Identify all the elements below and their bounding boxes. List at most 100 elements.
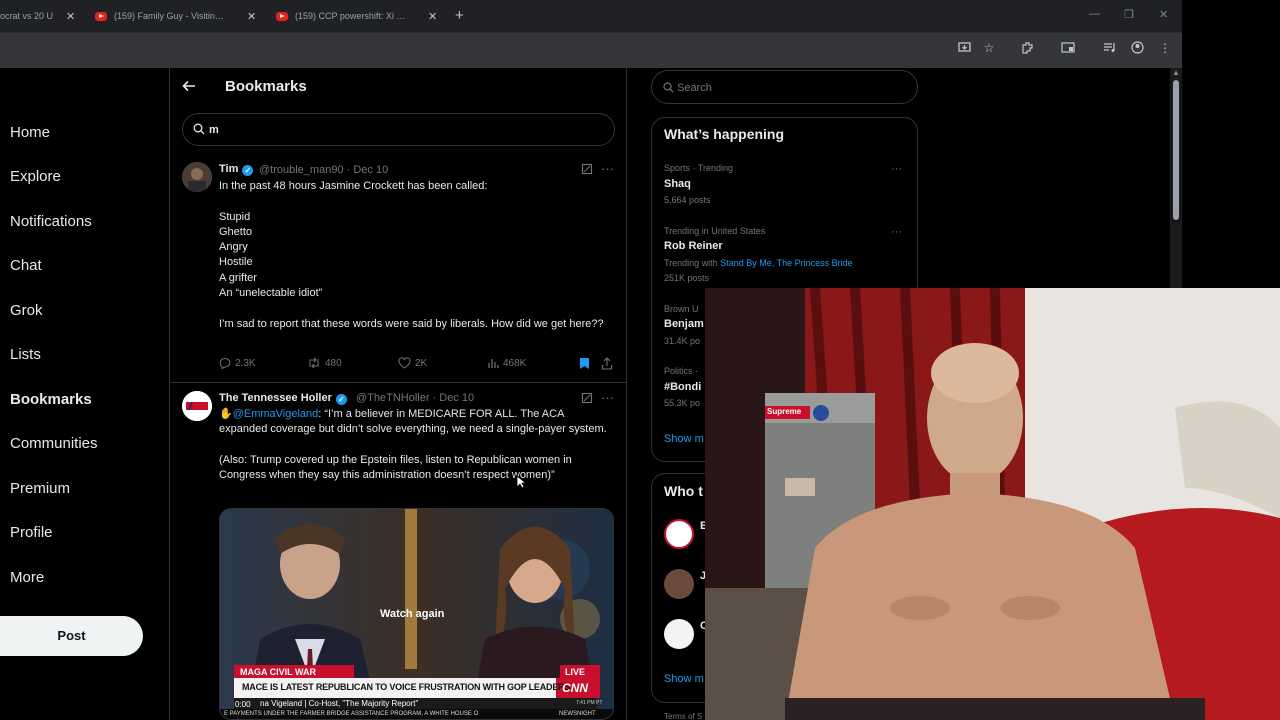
trend-meta: Brown U xyxy=(664,304,699,314)
banner-tag: MAGA CIVIL WAR xyxy=(240,667,316,677)
trend-posts: 31.4K po xyxy=(664,336,701,346)
scroll-up-arrow-icon[interactable]: ▲ xyxy=(1172,68,1180,77)
video-time: 0:00 xyxy=(235,700,251,709)
sidebar-item-notifications[interactable]: Notifications xyxy=(10,213,92,230)
trend-with: Trending with Stand By Me, The Princess … xyxy=(664,258,853,268)
trend-meta: Sports · Trending xyxy=(664,163,734,173)
grok-icon[interactable] xyxy=(581,392,593,407)
sidebar-item-profile[interactable]: Profile xyxy=(10,524,53,541)
trend-with-prefix: Trending with xyxy=(664,258,721,268)
sidebar-item-communities[interactable]: Communities xyxy=(10,435,98,452)
share-icon[interactable] xyxy=(601,357,613,373)
sidebar-item-premium[interactable]: Premium xyxy=(10,480,70,497)
trend-meta: Politics · xyxy=(664,366,699,376)
close-icon[interactable]: ✕ xyxy=(247,10,256,23)
sidebar-item-bookmarks[interactable]: Bookmarks xyxy=(10,391,92,408)
tweet-line: I’m sad to report that these words were … xyxy=(219,317,604,330)
sidebar-item-home[interactable]: Home xyxy=(10,124,50,141)
restore-icon[interactable]: ❐ xyxy=(1124,8,1134,21)
search-placeholder: Search xyxy=(677,82,712,94)
sidebar-item-more[interactable]: More xyxy=(10,569,44,586)
tweet-handle[interactable]: @TheTNHoller · Dec 10 xyxy=(356,392,474,404)
tweet-line: Ghetto xyxy=(219,225,253,238)
tweet-author-name[interactable]: The Tennessee Holler ✓ xyxy=(219,392,347,405)
tab-title: ocrat vs 20 U xyxy=(0,11,54,21)
bookmark-search-input[interactable]: m xyxy=(182,113,615,146)
scrollbar-thumb[interactable] xyxy=(1173,80,1179,220)
repost-button[interactable]: 480 xyxy=(307,357,342,369)
avatar[interactable] xyxy=(664,569,694,599)
show-more-link[interactable]: Show m xyxy=(664,673,704,685)
trend-name: Rob Reiner xyxy=(664,240,723,252)
verified-badge-icon: ✓ xyxy=(242,165,254,176)
tweet-handle[interactable]: @trouble_man90 · Dec 10 xyxy=(259,164,388,176)
news-ticker: E PAYMENTS UNDER THE FARMER BRIDGE ASSIS… xyxy=(224,711,479,717)
trend-with-links[interactable]: Stand By Me, The Princess Bride xyxy=(720,258,852,268)
split-view-icon[interactable] xyxy=(1061,41,1075,55)
avatar[interactable] xyxy=(182,391,212,421)
watch-again-button[interactable]: Watch again xyxy=(380,608,444,620)
more-options-icon[interactable]: ··· xyxy=(601,161,614,176)
views-icon xyxy=(488,359,499,368)
author-name-text: Tim xyxy=(219,163,239,175)
browser-tab[interactable]: (159) Family Guy - Visiting Gro ✕ xyxy=(95,4,256,28)
show-more-link[interactable]: Show m xyxy=(664,433,704,445)
like-button[interactable]: 2K xyxy=(398,357,427,369)
more-options-icon[interactable]: ··· xyxy=(891,163,902,175)
trend-name: Benjam xyxy=(664,318,704,330)
tweet-line: An “unelectable idiot” xyxy=(219,287,323,300)
youtube-icon xyxy=(95,11,107,21)
sidebar-item-lists[interactable]: Lists xyxy=(10,346,41,363)
window-close-icon[interactable]: ✕ xyxy=(1159,8,1168,21)
more-options-icon[interactable]: ··· xyxy=(891,226,902,238)
search-icon xyxy=(193,123,205,135)
trend-posts: 55.3K po xyxy=(664,398,701,408)
sidebar-item-explore[interactable]: Explore xyxy=(10,168,61,185)
bookmark-filled-icon[interactable] xyxy=(579,357,590,373)
footer-terms-link[interactable]: Terms of S xyxy=(664,712,702,720)
video-clock: 7:41 PM PT xyxy=(576,700,603,706)
tweet-text: ✋@EmmaVigeland: “I’m a believer in MEDIC… xyxy=(219,407,614,483)
close-icon[interactable]: ✕ xyxy=(66,10,75,23)
avatar[interactable] xyxy=(664,619,694,649)
tweet-line: A grifter xyxy=(219,271,257,284)
search-icon xyxy=(663,82,674,93)
new-tab-icon[interactable]: + xyxy=(455,7,464,24)
back-arrow-icon[interactable] xyxy=(182,79,196,97)
who-to-follow-title: Who t xyxy=(664,483,703,499)
tweet-author-name[interactable]: Tim ✓ xyxy=(219,163,254,176)
sidebar-item-chat[interactable]: Chat xyxy=(10,257,42,274)
tab-title: (159) Family Guy - Visiting Gro xyxy=(114,11,226,21)
youtube-icon xyxy=(276,11,288,21)
page-title: Bookmarks xyxy=(225,78,307,95)
supreme-sticker: Supreme xyxy=(767,407,802,416)
media-icon[interactable] xyxy=(1102,41,1116,55)
install-icon[interactable] xyxy=(957,41,971,55)
webcam-overlay: Supreme xyxy=(705,288,1280,720)
avatar[interactable] xyxy=(182,162,212,192)
post-button[interactable]: Post xyxy=(0,616,143,656)
close-icon[interactable]: ✕ xyxy=(428,10,437,23)
star-icon[interactable]: ☆ xyxy=(982,41,996,55)
view-count: 468K xyxy=(503,357,527,369)
views-button[interactable]: 468K xyxy=(487,357,526,369)
menu-kebab-icon[interactable]: ⋮ xyxy=(1158,41,1172,55)
more-options-icon[interactable]: ··· xyxy=(601,390,614,405)
browser-tab[interactable]: ocrat vs 20 U ✕ xyxy=(0,4,75,28)
tweet-line: In the past 48 hours Jasmine Crockett ha… xyxy=(219,180,488,192)
reply-count: 2.3K xyxy=(235,357,256,369)
browser-toolbar: ☆ ⋮ xyxy=(0,32,1182,68)
avatar[interactable] xyxy=(664,519,694,549)
webcam-scene xyxy=(705,288,1280,720)
profile-icon[interactable] xyxy=(1130,41,1144,55)
minimize-icon[interactable]: — xyxy=(1089,8,1100,20)
sidebar-item-grok[interactable]: Grok xyxy=(10,302,43,319)
mouse-cursor-icon xyxy=(516,475,528,494)
extensions-icon[interactable] xyxy=(1020,41,1034,55)
tweet-line: Stupid xyxy=(219,210,251,223)
explore-search-input[interactable]: Search xyxy=(651,70,918,104)
mention-link[interactable]: @EmmaVigeland xyxy=(233,408,319,420)
grok-icon[interactable] xyxy=(581,163,593,178)
reply-button[interactable]: 2.3K xyxy=(219,357,256,369)
browser-tab[interactable]: (159) CCP powershift: Xi missin ✕ xyxy=(276,4,437,28)
